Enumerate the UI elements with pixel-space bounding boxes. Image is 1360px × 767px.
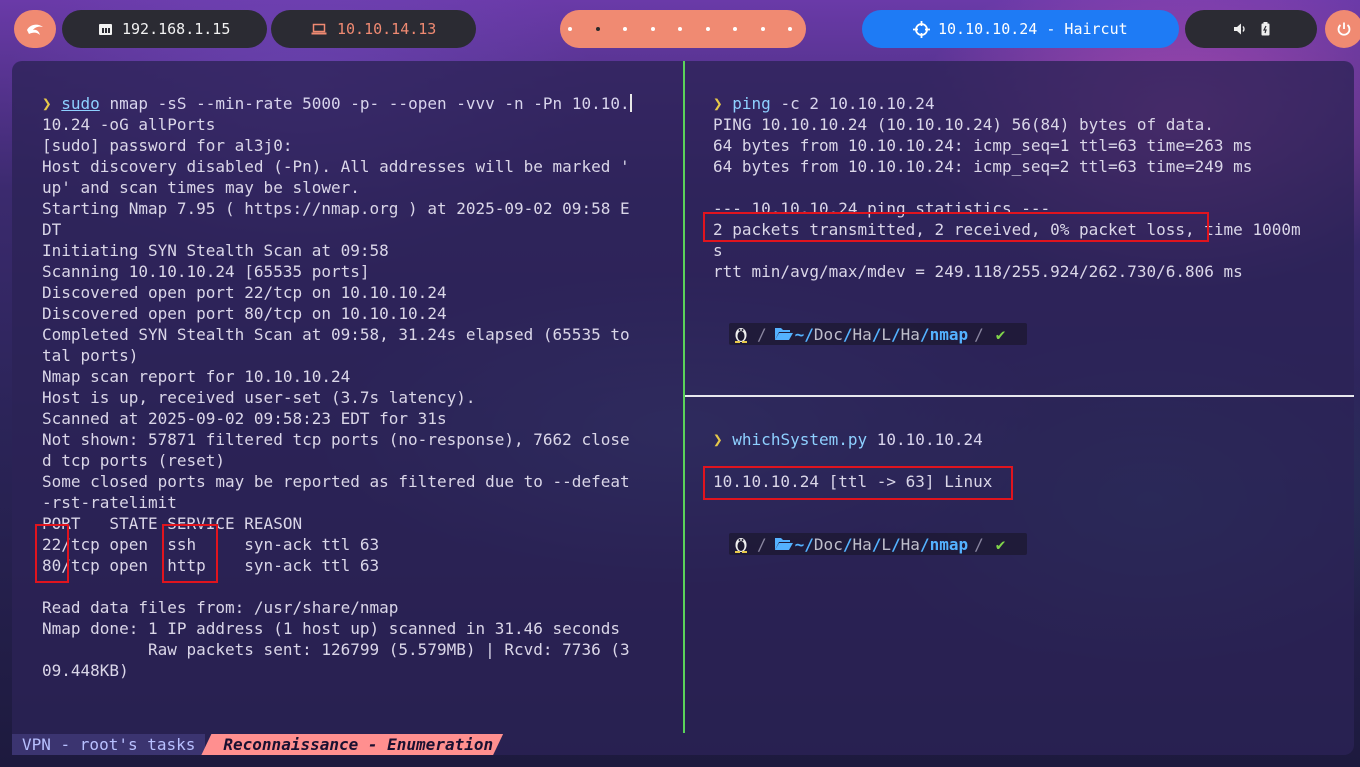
- folder-open-icon: [774, 538, 793, 550]
- tmux-session-label[interactable]: VPN - root's tasks: [12, 734, 206, 755]
- vpn-ip-text: 10.10.14.13: [337, 20, 437, 38]
- path-segment: Doc: [813, 324, 843, 344]
- path-prompt-top: / ~/Doc/Ha/L/Ha/nmap / ✔: [731, 323, 1005, 345]
- app-launcher-button[interactable]: [14, 10, 56, 48]
- path-segment: L: [881, 534, 892, 554]
- target-label: 10.10.10.24 - Haircut: [938, 20, 1128, 38]
- nmap-output: [sudo] password for al3j0: Host discover…: [42, 136, 630, 680]
- battery-icon: [1261, 22, 1269, 36]
- terminal-pane-bottom-right[interactable]: ❯ whichSystem.py 10.10.10.24 10.10.10.24…: [685, 397, 1354, 733]
- terminal-pane-left[interactable]: ❯ sudo nmap -sS --min-rate 5000 -p- --op…: [12, 61, 683, 733]
- success-check-icon: ✔: [995, 324, 1006, 344]
- laptop-icon: [311, 23, 327, 35]
- vpn-ip-widget[interactable]: 10.10.14.13: [271, 10, 476, 48]
- whichsystem-command-line: ❯ whichSystem.py 10.10.10.24: [713, 430, 983, 449]
- path-current-dir: nmap: [929, 534, 969, 554]
- tmux-window-tab-active[interactable]: Reconnaissance - Enumeration: [201, 734, 503, 755]
- folder-open-icon: [774, 328, 793, 340]
- volume-icon[interactable]: [1233, 22, 1247, 36]
- power-icon: [1337, 22, 1351, 36]
- ping-output: PING 10.10.10.24 (10.10.10.24) 56(84) by…: [713, 115, 1301, 281]
- port-number-highlight: [35, 524, 69, 583]
- target-widget[interactable]: 10.10.10.24 - Haircut: [862, 10, 1179, 48]
- path-current-dir: nmap: [929, 324, 969, 344]
- path-segment: Ha: [852, 324, 872, 344]
- path-segment: Ha: [900, 534, 920, 554]
- path-home: ~: [794, 324, 805, 344]
- packet-loss-highlight: [703, 212, 1209, 242]
- workspace-7[interactable]: [733, 27, 737, 31]
- system-status-widget[interactable]: [1185, 10, 1317, 48]
- linux-tux-icon: [731, 324, 751, 344]
- workspace-8[interactable]: [760, 27, 765, 31]
- tmux-status-bar: VPN - root's tasks Reconnaissance - Enum…: [12, 734, 503, 755]
- powerline-separator: /: [757, 534, 767, 554]
- local-ip-widget[interactable]: 192.168.1.15: [62, 10, 267, 48]
- ethernet-icon: [99, 23, 112, 35]
- terminal-window[interactable]: ❯ sudo nmap -sS --min-rate 5000 -p- --op…: [12, 61, 1354, 755]
- crosshair-icon: [913, 20, 930, 38]
- workspace-2[interactable]: [595, 27, 600, 31]
- ping-command-line: ❯ ping -c 2 10.10.10.24: [713, 94, 935, 113]
- path-segment: Ha: [852, 534, 872, 554]
- os-detection-highlight: [703, 466, 1013, 500]
- linux-tux-icon: [731, 534, 751, 554]
- path-prompt-bottom: / ~/Doc/Ha/L/Ha/nmap / ✔: [731, 533, 1005, 555]
- path-segment: Ha: [900, 324, 920, 344]
- workspace-3[interactable]: [623, 27, 627, 31]
- workspace-4[interactable]: [650, 27, 655, 31]
- workspace-switcher[interactable]: [560, 10, 806, 48]
- powerline-separator: /: [974, 324, 984, 344]
- workspace-5[interactable]: [678, 27, 682, 31]
- success-check-icon: ✔: [995, 534, 1006, 554]
- nmap-command-line: ❯ sudo nmap -sS --min-rate 5000 -p- --op…: [42, 94, 632, 113]
- service-name-highlight: [162, 524, 218, 583]
- powerline-separator: /: [974, 534, 984, 554]
- path-segment: Doc: [813, 534, 843, 554]
- kali-dragon-icon: [27, 24, 43, 35]
- nmap-command-continuation: 10.24 -oG allPorts: [42, 115, 216, 134]
- workspace-6[interactable]: [705, 27, 710, 31]
- power-button[interactable]: [1325, 10, 1360, 48]
- path-home: ~: [794, 534, 805, 554]
- powerline-separator: /: [757, 324, 767, 344]
- terminal-pane-top-right[interactable]: ❯ ping -c 2 10.10.10.24 PING 10.10.10.24…: [685, 61, 1354, 395]
- workspace-9[interactable]: [788, 27, 792, 31]
- local-ip-text: 192.168.1.15: [122, 20, 231, 38]
- workspace-1[interactable]: [568, 27, 572, 31]
- text-cursor: [629, 94, 632, 112]
- path-segment: L: [881, 324, 892, 344]
